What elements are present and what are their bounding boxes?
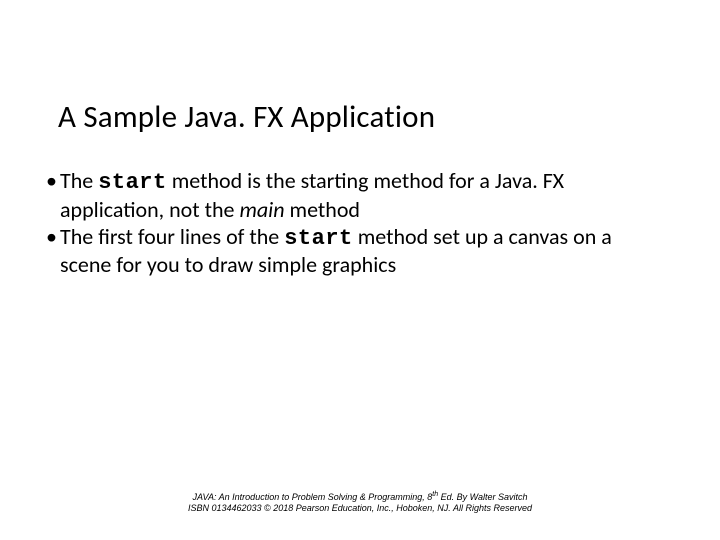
italic-segment: main (239, 196, 284, 223)
bullet-text: The first four lines of the start method… (60, 223, 612, 279)
slide-title: A Sample Java. FX Application (58, 98, 435, 136)
bullet-list: The start method is the starting method … (46, 168, 660, 279)
slide-footer: JAVA: An Introduction to Problem Solving… (0, 491, 720, 515)
code-segment: start (284, 226, 353, 251)
footer-line-2: ISBN 0134462033 © 2018 Pearson Education… (0, 503, 720, 514)
text-segment: The first four lines of the (60, 223, 284, 250)
text-segment: Ed. By Walter Savitch (438, 492, 527, 502)
list-item: The start method is the starting method … (46, 168, 660, 224)
bullet-text: The start method is the starting method … (60, 167, 564, 223)
text-segment: method (285, 196, 360, 223)
list-item: The first four lines of the start method… (46, 224, 660, 280)
text-segment: JAVA: An Introduction to Problem Solving… (192, 492, 432, 502)
text-segment: The (60, 167, 98, 194)
footer-line-1: JAVA: An Introduction to Problem Solving… (0, 491, 720, 503)
slide-body: The start method is the starting method … (46, 168, 660, 279)
code-segment: start (98, 170, 167, 195)
slide: A Sample Java. FX Application The start … (0, 0, 720, 540)
